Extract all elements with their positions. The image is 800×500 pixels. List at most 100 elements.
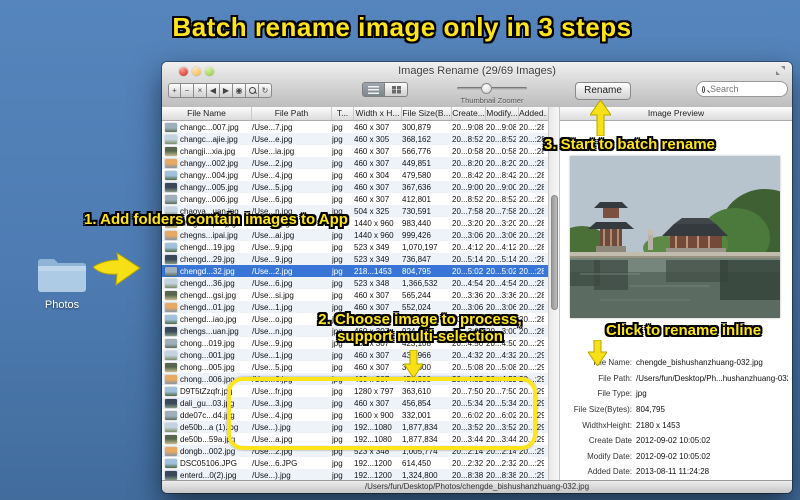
zoom-slider-knob[interactable] xyxy=(481,83,492,94)
column-header[interactable]: Added... xyxy=(519,107,547,120)
annotation-step1: 1. Add folders contain images to App xyxy=(84,211,348,228)
table-row[interactable]: chengd...gsi.jpg/Use...si.jpg jpg 460 x 30… xyxy=(162,289,548,301)
file-thumbnail-icon xyxy=(165,290,177,300)
cell-file-size: 1,324,800 xyxy=(402,470,438,480)
search-input[interactable] xyxy=(708,83,782,95)
cell-dimensions: 504 x 325 xyxy=(354,206,390,216)
table-row[interactable]: chengd...29.jpg/Use...9.jpg jpg 523 x 349 7… xyxy=(162,253,548,265)
table-row[interactable]: changc...ajie.jpg/Use...e.jpg jpg 460 x 30… xyxy=(162,133,548,145)
file-thumbnail-icon xyxy=(165,170,177,180)
table-row[interactable]: chong...005.jpg/Use...5.jpgjpg460 x 3073… xyxy=(162,361,548,373)
cell-modify-date: 20...5:02 xyxy=(486,266,516,276)
cell-modify-date: 20...8:52 xyxy=(486,134,516,144)
column-header[interactable]: Modify... xyxy=(486,107,519,120)
cell-file-path: /Use...ai.jpg xyxy=(252,230,295,240)
cell-file-name: chong...019.jpg xyxy=(180,338,235,348)
file-thumbnail-icon xyxy=(165,386,177,396)
cell-file-type: jpg xyxy=(332,254,343,264)
file-thumbnail-icon xyxy=(165,410,177,420)
photos-folder[interactable]: Photos xyxy=(34,252,90,312)
cell-dimensions: 1440 x 960 xyxy=(354,230,394,240)
column-header[interactable]: Create... xyxy=(452,107,486,120)
cell-file-name: chengs...uan.jpg xyxy=(180,326,239,336)
table-row[interactable]: chong...001.jpg/Use...1.jpgjpg460 x 3074… xyxy=(162,349,548,361)
zoom-slider[interactable] xyxy=(457,83,527,94)
cell-dimensions: 460 x 307 xyxy=(354,182,390,192)
cell-file-name: chegns...ipai.jpg xyxy=(180,230,238,240)
cell-file-size: 368,162 xyxy=(402,134,431,144)
cell-dimensions: 460 x 307 xyxy=(354,158,390,168)
table-row[interactable]: DSC05106.JPG/Use...6.JPG jpg 192...1200 614… xyxy=(162,457,548,469)
table-row[interactable]: chegns...ipai.jpg/Use...ai.jpg jpg 1440 x … xyxy=(162,229,548,241)
table-row[interactable]: enterd...0(2).jpg/Use...).jpg jpg 192...12… xyxy=(162,469,548,480)
inline-arrow-icon xyxy=(588,340,607,366)
file-thumbnail-icon xyxy=(165,434,177,444)
add-button[interactable]: + xyxy=(168,83,181,98)
table-row[interactable]: chengd...32.jpg/Use...2.jpg jpg 218...1453… xyxy=(162,265,548,277)
list-view-button[interactable] xyxy=(362,82,385,97)
column-header[interactable]: File Size(B... xyxy=(402,107,452,120)
cell-file-type: jpg xyxy=(332,194,343,204)
toolbar: + − × ◀ ▶ ◉ ↻ Thumbnail Zoomer Rename xyxy=(162,78,792,107)
table-row[interactable]: changy...006.jpg/Use...6.jpg jpg 460 x 307… xyxy=(162,193,548,205)
column-header[interactable]: File Name xyxy=(162,107,252,120)
table-row[interactable]: changy...005.jpg/Use...5.jpg jpg 460 x 307… xyxy=(162,181,548,193)
column-header[interactable]: File Path xyxy=(252,107,332,120)
info-value[interactable]: chengde_bishushanzhuang-032.jpg xyxy=(632,358,788,367)
cell-file-size: 804,795 xyxy=(402,266,431,276)
cell-file-path: /Use...6.jpg xyxy=(252,194,293,204)
info-field: WidthxHeight: 2180 x 1453 xyxy=(560,417,792,433)
scrollbar-thumb[interactable] xyxy=(550,195,558,310)
table-row[interactable]: changji...xia.jpg/Use...ia.jpg jpg 460 x 3… xyxy=(162,145,548,157)
cell-modify-date: 20...9:00 xyxy=(486,182,516,192)
info-field: Added Date: 2013-08-11 11:24:28 xyxy=(560,464,792,480)
cell-added-date: 20...:29 xyxy=(519,350,544,360)
cell-added-date: 20...:28 xyxy=(519,134,544,144)
delete-button[interactable]: × xyxy=(194,83,207,98)
info-value: 2013-08-11 11:24:28 xyxy=(636,467,710,477)
table-row[interactable]: changc...007.jpg/Use...7.jpg jpg 460 x 307… xyxy=(162,121,548,133)
table-row[interactable]: changy...002.jpg/Use...2.jpg jpg 460 x 307… xyxy=(162,157,548,169)
folder-label: Photos xyxy=(44,299,80,311)
rename-button[interactable]: Rename xyxy=(575,82,631,100)
cell-file-type: jpg xyxy=(332,122,343,132)
column-header[interactable]: Width x H... xyxy=(354,107,402,120)
file-thumbnail-icon xyxy=(165,446,177,456)
cell-dimensions: 460 x 305 xyxy=(354,134,390,144)
search-button[interactable] xyxy=(246,83,259,98)
table-row[interactable]: changy...004.jpg/Use...4.jpg jpg 460 x 304… xyxy=(162,169,548,181)
next-button[interactable]: ▶ xyxy=(220,83,233,98)
quicklook-button[interactable]: ◉ xyxy=(233,83,246,98)
info-label: File Type: xyxy=(597,389,632,399)
table-row[interactable]: chengd...36.jpg/Use...6.jpg jpg 523 x 348 1… xyxy=(162,277,548,289)
cell-modify-date: 20...2:32 xyxy=(486,458,516,468)
cell-added-date: 20...:28 xyxy=(519,170,544,180)
search-field[interactable] xyxy=(696,81,788,97)
remove-button[interactable]: − xyxy=(181,83,194,98)
refresh-button[interactable]: ↻ xyxy=(259,83,272,98)
table-row[interactable]: chengd...19.jpg/Use...9.jpg jpg 523 x 349 1… xyxy=(162,241,548,253)
cell-file-size: 614,450 xyxy=(402,458,431,468)
file-thumbnail-icon xyxy=(165,302,177,312)
file-thumbnail-icon xyxy=(165,422,177,432)
cell-file-type: jpg xyxy=(332,458,343,468)
annotation-step3: 3. Start to batch rename xyxy=(544,136,715,153)
info-value: 2180 x 1453 xyxy=(636,420,681,430)
cell-dimensions: 523 x 348 xyxy=(354,278,390,288)
cell-file-name: enterd...0(2).jpg xyxy=(180,470,237,480)
fullscreen-icon[interactable] xyxy=(775,65,786,76)
cell-create-date: 20...8:20 xyxy=(452,158,483,168)
vertical-scrollbar[interactable] xyxy=(548,107,560,480)
grid-view-button[interactable] xyxy=(385,82,408,97)
file-thumbnail-icon xyxy=(165,194,177,204)
cell-file-type: jpg xyxy=(332,266,343,276)
cell-added-date: 20...:28 xyxy=(519,242,544,252)
folder-icon xyxy=(38,259,86,292)
cell-modify-date: 20...4:12 xyxy=(486,242,516,252)
info-value: 2012-09-02 10:05:02 xyxy=(636,436,711,446)
cell-file-type: jpg xyxy=(332,158,343,168)
previous-button[interactable]: ◀ xyxy=(207,83,220,98)
column-header[interactable]: T... xyxy=(332,107,354,120)
thumbnail-zoomer: Thumbnail Zoomer xyxy=(457,82,527,105)
file-thumbnail-icon xyxy=(165,278,177,288)
